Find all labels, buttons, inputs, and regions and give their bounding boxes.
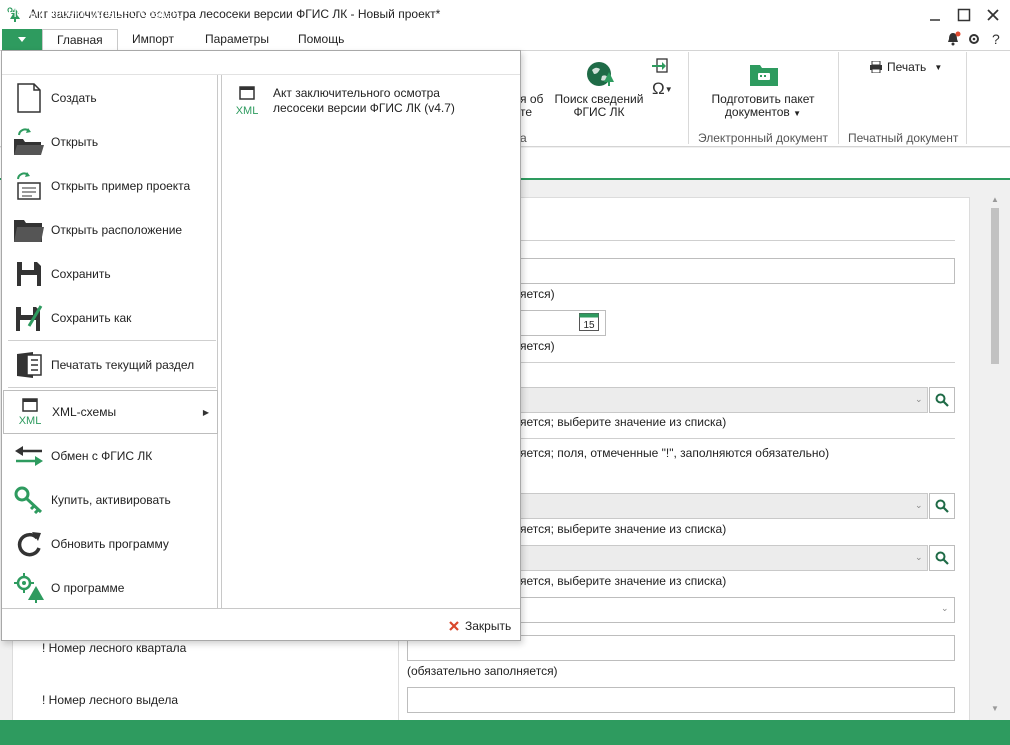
maximize-button[interactable] (949, 2, 979, 28)
group-print-document: Печатный документ (848, 131, 959, 145)
select-field[interactable] (520, 387, 928, 413)
svg-text:XML: XML (19, 415, 42, 426)
menu-item-open-sample[interactable]: Открыть пример проекта (3, 164, 218, 208)
exchange-icon (7, 434, 51, 478)
omega-icon[interactable]: Ω▼ (652, 79, 673, 99)
group-electronic-document: Электронный документ (698, 131, 829, 145)
svg-text:15: 15 (583, 320, 595, 331)
menu-item-buy-activate[interactable]: Купить, активировать (3, 478, 218, 522)
menu-item-open-location[interactable]: Открыть расположение (3, 208, 218, 252)
bell-icon[interactable] (945, 31, 961, 50)
save-as-icon (7, 296, 51, 340)
chevron-down-icon: ⌄ (915, 500, 923, 510)
section-divider (520, 438, 955, 439)
field-hint: яется; выберите значение из списка) (520, 415, 727, 429)
open-folder-icon (7, 120, 51, 164)
search-icon (935, 551, 949, 565)
select-field[interactable] (520, 597, 955, 623)
close-window-button[interactable] (978, 2, 1008, 28)
scroll-thumb[interactable] (991, 208, 999, 364)
menu-item-open[interactable]: Открыть (3, 120, 218, 164)
menu-item-about[interactable]: О программе (3, 566, 218, 610)
scroll-down-icon[interactable]: ▼ (991, 704, 999, 713)
minimize-button[interactable] (920, 2, 950, 28)
search-icon (935, 393, 949, 407)
help-icon[interactable]: ? (992, 31, 1000, 47)
menu-item-save-as[interactable]: Сохранить как (3, 296, 218, 340)
xml-file-icon: XML (232, 86, 262, 121)
section-divider (520, 362, 955, 363)
section-divider (520, 240, 955, 241)
tab-home[interactable]: Главная (42, 29, 118, 50)
calendar-icon[interactable]: 15 (579, 313, 599, 334)
xml-schema-title-line1: Акт заключительного осмотра (273, 86, 440, 100)
chevron-down-icon: ⌄ (941, 603, 949, 613)
menu-separator (8, 387, 216, 388)
backstage-submenu (221, 75, 520, 608)
scroll-up-icon[interactable]: ▲ (991, 195, 999, 204)
ribbon-separator (688, 52, 689, 144)
ribbon-separator (838, 52, 839, 144)
close-icon (449, 621, 459, 631)
submenu-arrow-icon: ▶ (202, 407, 209, 417)
search-button[interactable] (929, 545, 955, 571)
print-button[interactable]: Печать ▼ (870, 60, 942, 74)
chevron-down-icon: ⌄ (915, 394, 923, 404)
xml-schema-icon: XML (8, 390, 52, 434)
search-fgis-button[interactable]: Поиск сведений ФГИС ЛК (552, 93, 646, 119)
field-hint: яется) (520, 287, 555, 301)
settings-gear-icon[interactable] (967, 32, 981, 49)
xml-schema-option[interactable]: XML Акт заключительного осмотра лесосеки… (232, 86, 512, 126)
print-section-icon (7, 343, 51, 387)
save-icon (7, 252, 51, 296)
search-button[interactable] (929, 493, 955, 519)
ribbon-partial-group: а (520, 131, 527, 145)
ribbon-partial-label[interactable]: я об те (520, 93, 543, 119)
tab-import[interactable]: Импорт (118, 29, 188, 50)
section-hint: яется; поля, отмеченные "!", заполняются… (520, 446, 830, 460)
usb-folder-icon (748, 60, 780, 91)
field-hint: (обязательно заполняется) (407, 664, 558, 678)
search-button[interactable] (929, 387, 955, 413)
printer-icon (870, 61, 882, 73)
triangle-down-icon (18, 36, 26, 42)
folder-location-icon (7, 208, 51, 252)
label-forest-plot: ! Номер лесного выдела (42, 693, 178, 707)
globe-tree-icon (586, 60, 616, 93)
label-forest-quarter: ! Номер лесного квартала (42, 641, 187, 655)
open-sample-icon (7, 164, 51, 208)
search-icon (935, 499, 949, 513)
chevron-down-icon: ⌄ (915, 552, 923, 562)
field-hint: яется) (520, 339, 555, 353)
select-field[interactable] (520, 493, 928, 519)
menu-item-print-section[interactable]: Печатать текущий раздел (3, 343, 218, 387)
key-icon (7, 478, 51, 522)
enter-icon[interactable] (651, 58, 669, 77)
close-backstage-button[interactable]: Закрыть (448, 617, 511, 635)
prepare-package-button[interactable]: Подготовить пакет документов ▼ (706, 93, 820, 120)
tab-parameters[interactable]: Параметры (191, 29, 283, 50)
status-text: Новый проект успешно создан. (8, 6, 182, 20)
menu-item-xml-schemas[interactable]: XML XML-схемы ▶ (3, 390, 218, 434)
forest-plot-input[interactable] (407, 687, 955, 713)
field-hint: яется, выберите значение из списка) (520, 574, 727, 588)
xml-schema-title-line2: лесосеки версии ФГИС ЛК (v4.7) (273, 101, 455, 115)
menu-item-update[interactable]: Обновить программу (3, 522, 218, 566)
text-field[interactable] (520, 258, 955, 284)
column-separator (398, 630, 399, 725)
menu-item-save[interactable]: Сохранить (3, 252, 218, 296)
tab-help[interactable]: Помощь (284, 29, 358, 50)
menu-item-exchange-fgis[interactable]: Обмен с ФГИС ЛК (3, 434, 218, 478)
ribbon-separator (966, 52, 967, 144)
refresh-icon (7, 522, 51, 566)
field-hint: яется; выберите значение из списка) (520, 522, 727, 536)
new-file-icon (7, 76, 51, 120)
menu-item-create[interactable]: Создать (3, 76, 218, 120)
file-menu-button[interactable] (2, 29, 42, 50)
select-field[interactable] (520, 545, 928, 571)
svg-text:XML: XML (236, 105, 259, 117)
menu-separator (8, 340, 216, 341)
about-icon (7, 566, 51, 610)
status-bar (0, 720, 1010, 745)
